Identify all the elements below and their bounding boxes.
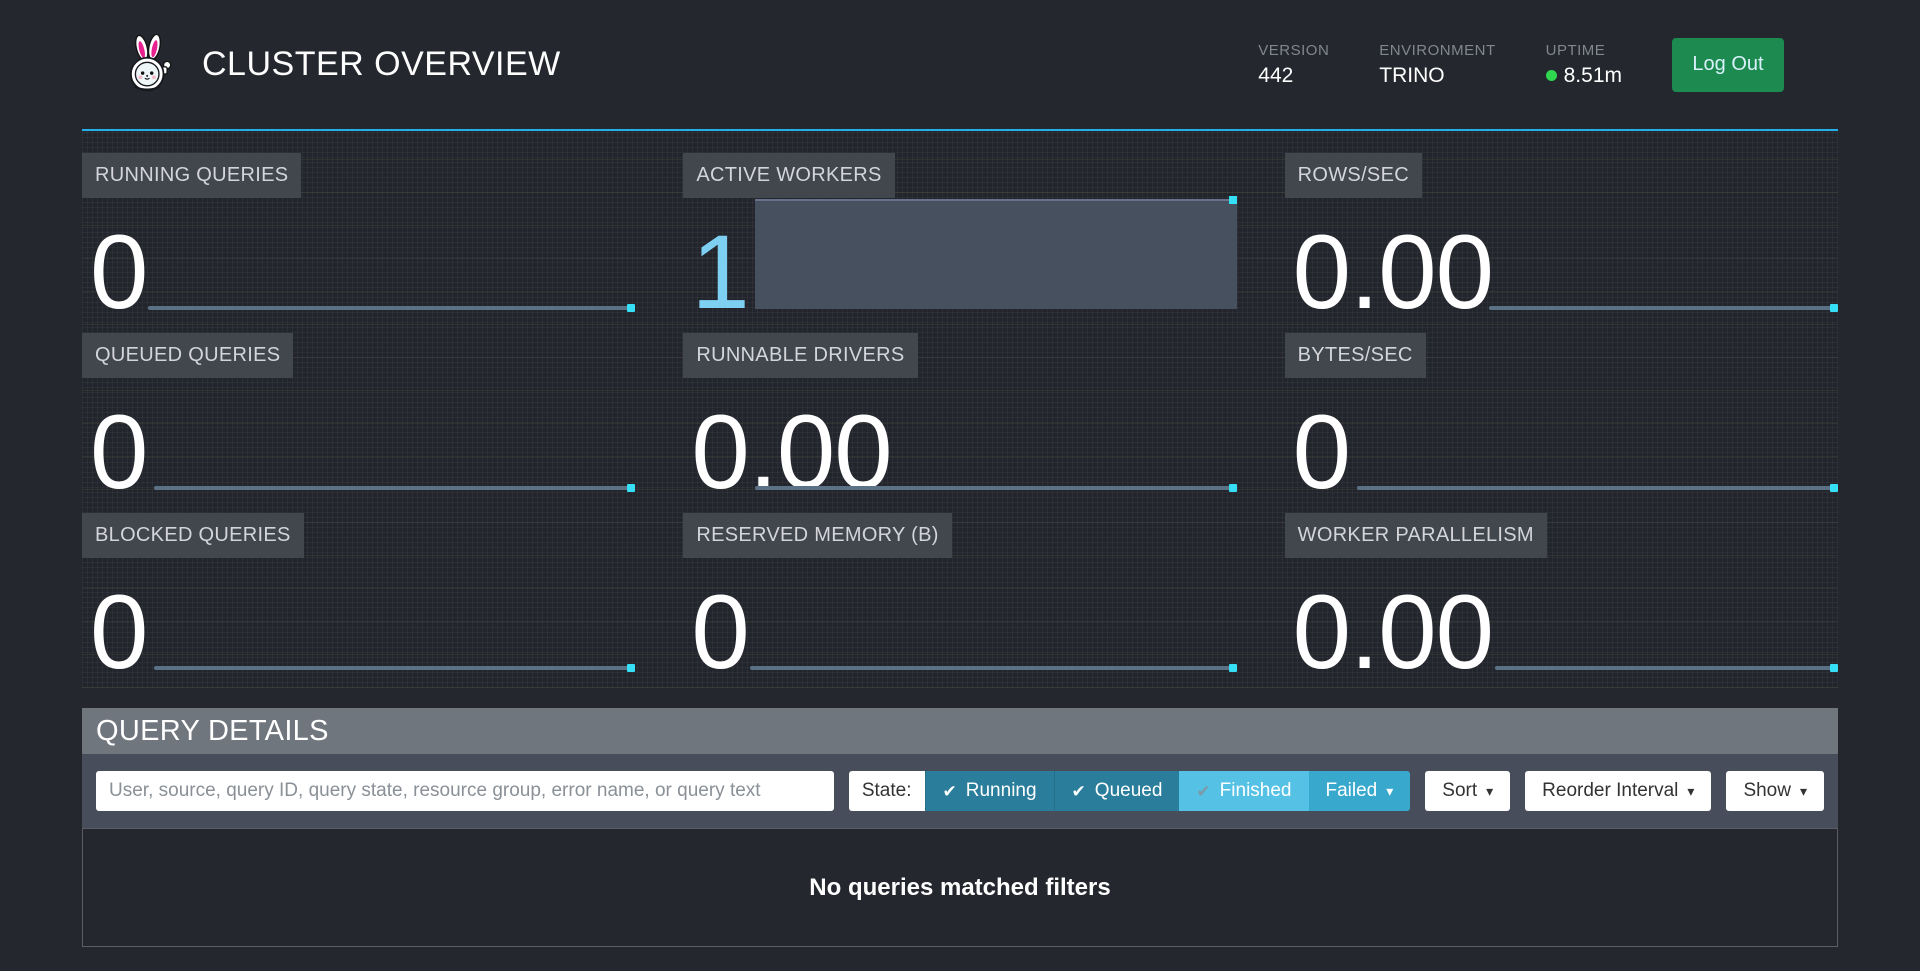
stat-tile-queued-queries: QUEUED QUERIES 0: [82, 333, 635, 498]
caret-down-icon: ▾: [1386, 784, 1393, 798]
stat-tile-blocked-queries: BLOCKED QUERIES 0: [82, 513, 635, 678]
environment-info: ENVIRONMENT TRINO: [1379, 42, 1495, 88]
uptime-value: 8.51m: [1564, 64, 1622, 88]
cluster-overview-page: CLUSTER OVERVIEW VERSION 442 ENVIRONMENT…: [0, 0, 1920, 947]
sparkline-dot: [627, 664, 635, 672]
uptime-value-wrap: 8.51m: [1546, 64, 1622, 88]
stat-label: BYTES/SEC: [1285, 333, 1426, 378]
stat-label: RUNNABLE DRIVERS: [683, 333, 917, 378]
stat-value: 0: [1293, 412, 1350, 494]
check-icon: ✔: [1196, 783, 1210, 800]
stat-value: 0: [90, 412, 147, 494]
reorder-interval-label: Reorder Interval: [1542, 780, 1678, 802]
query-details-header: QUERY DETAILS: [82, 708, 1838, 754]
stat-tile-rows-sec: ROWS/SEC 0.00: [1285, 153, 1838, 318]
filter-finished-button[interactable]: ✔ Finished: [1179, 771, 1308, 811]
filter-running-button[interactable]: ✔ Running: [925, 771, 1054, 811]
sparkline-dot: [627, 484, 635, 492]
filter-queued-label: Queued: [1095, 780, 1163, 802]
sparkline-dot: [627, 304, 635, 312]
trino-bunny-logo[interactable]: [120, 34, 178, 96]
logout-button[interactable]: Log Out: [1672, 38, 1784, 92]
show-label: Show: [1743, 780, 1791, 802]
stat-value: 0: [90, 592, 147, 674]
sparkline-chart: [1489, 306, 1836, 310]
stat-label: RESERVED MEMORY (B): [683, 513, 951, 558]
query-details-title: QUERY DETAILS: [96, 715, 329, 748]
query-list-empty-state: No queries matched filters: [82, 828, 1838, 947]
filter-queued-button[interactable]: ✔ Queued: [1054, 771, 1180, 811]
sort-dropdown[interactable]: Sort ▾: [1425, 771, 1510, 811]
sparkline-chart: [750, 666, 1235, 670]
sparkline-dot: [1830, 664, 1838, 672]
stat-tile-reserved-memory: RESERVED MEMORY (B) 0: [683, 513, 1236, 678]
sparkline-chart: [1495, 666, 1836, 670]
sparkline-dot: [1229, 664, 1237, 672]
status-dot-icon: [1546, 70, 1557, 81]
sparkline-chart: [148, 306, 633, 310]
header-info: VERSION 442 ENVIRONMENT TRINO UPTIME 8.5…: [1258, 38, 1784, 92]
stat-tile-runnable-drivers: RUNNABLE DRIVERS 0.00: [683, 333, 1236, 498]
filter-failed-dropdown[interactable]: Failed ▾: [1309, 771, 1411, 811]
stat-label: RUNNING QUERIES: [82, 153, 301, 198]
filter-running-label: Running: [966, 780, 1037, 802]
filter-failed-label: Failed: [1326, 780, 1378, 802]
page-title: CLUSTER OVERVIEW: [202, 45, 561, 84]
stat-value: 0.00: [1293, 592, 1493, 674]
uptime-label: UPTIME: [1546, 42, 1622, 59]
reorder-interval-dropdown[interactable]: Reorder Interval ▾: [1525, 771, 1711, 811]
sparkline-dot: [1229, 484, 1237, 492]
sparkline-dot: [1830, 304, 1838, 312]
sparkline-dot: [1229, 196, 1237, 204]
version-label: VERSION: [1258, 42, 1329, 59]
stat-value: 1: [691, 232, 748, 314]
check-icon: ✔: [1072, 783, 1086, 800]
search-input[interactable]: [96, 771, 834, 811]
query-details-section: QUERY DETAILS State: ✔ Running ✔ Queued …: [82, 708, 1838, 947]
stat-tile-running-queries: RUNNING QUERIES 0: [82, 153, 635, 318]
stat-tile-worker-parallelism: WORKER PARALLELISM 0.00: [1285, 513, 1838, 678]
check-icon: ✔: [943, 783, 957, 800]
sparkline-chart: [755, 486, 1234, 490]
stat-label: ACTIVE WORKERS: [683, 153, 894, 198]
stat-value: 0: [691, 592, 748, 674]
stat-tile-active-workers: ACTIVE WORKERS 1: [683, 153, 1236, 318]
sparkline-chart: [154, 486, 633, 490]
version-value: 442: [1258, 64, 1329, 88]
area-chart: [755, 199, 1236, 309]
caret-down-icon: ▾: [1486, 784, 1493, 798]
sparkline-chart: [154, 666, 633, 670]
sparkline-chart: [1357, 486, 1836, 490]
empty-message: No queries matched filters: [809, 874, 1110, 902]
stat-label: WORKER PARALLELISM: [1285, 513, 1547, 558]
uptime-info: UPTIME 8.51m: [1546, 42, 1622, 88]
stat-value: 0: [90, 232, 147, 314]
stats-grid: RUNNING QUERIES 0 ACTIVE WORKERS 1 ROWS/…: [82, 131, 1838, 688]
sort-label: Sort: [1442, 780, 1477, 802]
filter-finished-label: Finished: [1220, 780, 1292, 802]
stat-value: 0.00: [691, 412, 891, 494]
caret-down-icon: ▾: [1687, 784, 1694, 798]
stat-label: QUEUED QUERIES: [82, 333, 293, 378]
brand: CLUSTER OVERVIEW: [120, 34, 561, 96]
state-filter-group: State: ✔ Running ✔ Queued ✔ Finished Fai…: [849, 771, 1410, 811]
sparkline-dot: [1830, 484, 1838, 492]
header: CLUSTER OVERVIEW VERSION 442 ENVIRONMENT…: [0, 0, 1920, 129]
environment-label: ENVIRONMENT: [1379, 42, 1495, 59]
environment-value: TRINO: [1379, 64, 1495, 88]
stat-label: BLOCKED QUERIES: [82, 513, 304, 558]
caret-down-icon: ▾: [1800, 784, 1807, 798]
filter-toolbar: State: ✔ Running ✔ Queued ✔ Finished Fai…: [82, 754, 1838, 828]
state-label: State:: [849, 771, 925, 811]
version-info: VERSION 442: [1258, 42, 1329, 88]
stat-tile-bytes-sec: BYTES/SEC 0: [1285, 333, 1838, 498]
stat-label: ROWS/SEC: [1285, 153, 1422, 198]
show-dropdown[interactable]: Show ▾: [1726, 771, 1824, 811]
stat-value: 0.00: [1293, 232, 1493, 314]
